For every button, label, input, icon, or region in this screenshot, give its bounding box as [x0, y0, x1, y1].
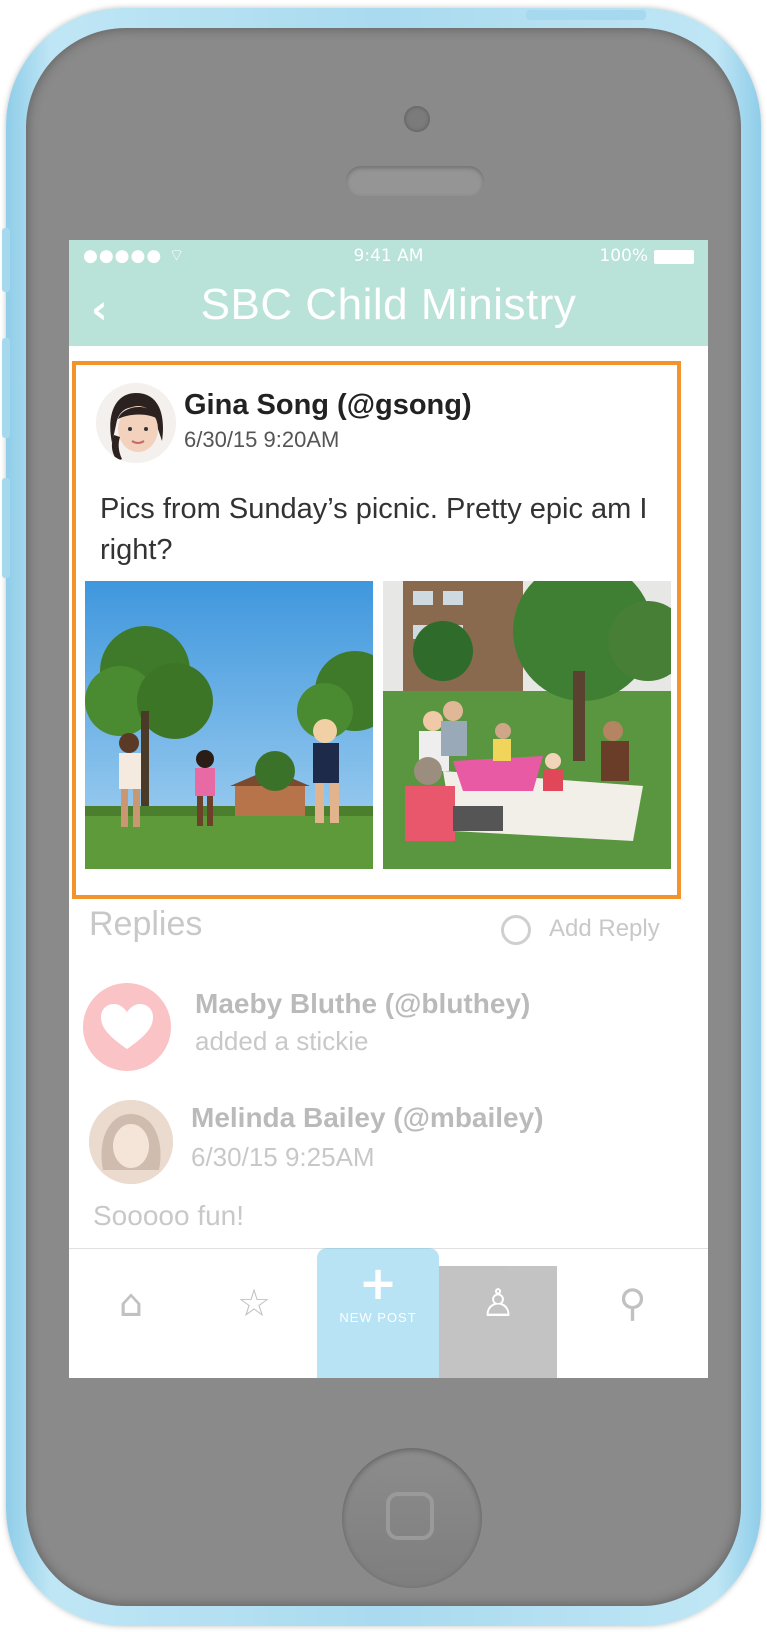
home-icon: ⌂ [118, 1281, 144, 1325]
search-icon: ⚲ [618, 1281, 647, 1325]
post-photo-1[interactable] [85, 581, 373, 869]
mute-switch [2, 228, 10, 292]
page-title: SBC Child Ministry [200, 280, 577, 329]
post-author[interactable]: Gina Song (@gsong) [184, 389, 472, 422]
replies-section: Replies Add Reply Maeby Bluthe (@bluthey… [69, 900, 708, 1290]
tab-profile[interactable]: ♙ [439, 1266, 557, 1378]
app-header: ●●●●● ⌔ 9:41 AM 100% ‹ SBC Child Ministr… [69, 240, 708, 346]
profile-icon: ♙ [480, 1281, 516, 1325]
tab-bar: ⌂ ☆ + NEW POST ♙ ⚲ [69, 1248, 708, 1378]
replies-title: Replies [89, 905, 203, 943]
status-bar: ●●●●● ⌔ 9:41 AM 100% [69, 240, 708, 274]
reply-avatar[interactable] [89, 1100, 173, 1184]
volume-down-button [2, 478, 10, 578]
new-post-label: NEW POST [339, 1310, 417, 1325]
post-timestamp: 6/30/15 9:20AM [184, 427, 340, 452]
home-square-icon [386, 1492, 434, 1540]
reply-author[interactable]: Maeby Bluthe (@bluthey) [195, 988, 530, 1020]
post-text: Pics from Sunday’s picnic. Pretty epic a… [100, 493, 648, 566]
volume-up-button [2, 338, 10, 438]
reply-text: Sooooo fun! [93, 1200, 245, 1231]
post-photo-2[interactable] [383, 581, 671, 869]
highlighted-post[interactable]: Gina Song (@gsong) 6/30/15 9:20AM Pics f… [72, 361, 681, 899]
home-button[interactable] [342, 1448, 482, 1588]
battery-percent: 100% [599, 246, 648, 266]
plus-icon: + [358, 1256, 398, 1310]
reply-action: added a stickie [195, 1026, 369, 1056]
app-screen: ●●●●● ⌔ 9:41 AM 100% ‹ SBC Child Ministr… [69, 240, 708, 1378]
tab-search[interactable]: ⚲ [557, 1266, 708, 1378]
tab-home[interactable]: ⌂ [69, 1266, 193, 1378]
speaker-grille [346, 166, 484, 196]
reply-author[interactable]: Melinda Bailey (@mbailey) [191, 1102, 544, 1134]
reply-timestamp: 6/30/15 9:25AM [191, 1142, 375, 1172]
new-post-button[interactable]: + NEW POST [317, 1248, 439, 1378]
add-reply-label: Add Reply [549, 915, 660, 942]
stickie-heart-icon [83, 983, 171, 1071]
camera-icon [404, 106, 430, 132]
author-avatar[interactable] [96, 383, 176, 463]
tab-favorites[interactable]: ☆ [193, 1266, 315, 1378]
reply-arrow-icon [501, 915, 531, 945]
battery-icon [654, 250, 694, 264]
power-button [526, 10, 646, 20]
star-icon: ☆ [236, 1281, 272, 1325]
